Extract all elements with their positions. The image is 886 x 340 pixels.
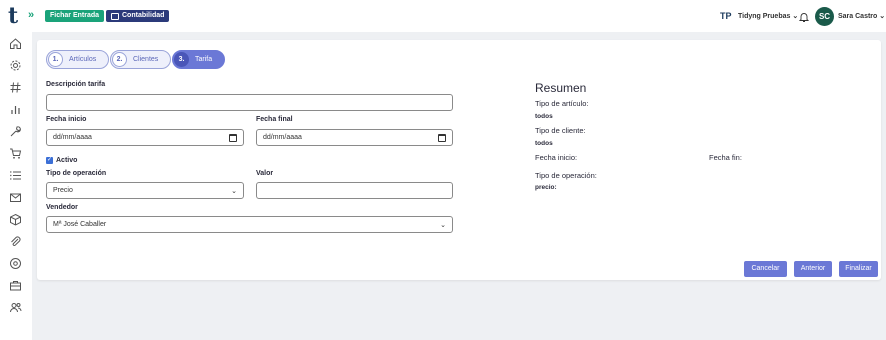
tipo-operacion-label: Tipo de operación [46,170,107,177]
contabilidad-label: Contabilidad [122,12,165,19]
calendar-icon[interactable] [229,133,237,142]
resumen-tipo-articulo-value: todos [535,113,553,120]
box-icon[interactable] [9,213,22,226]
list-icon[interactable] [9,169,22,182]
activo-label: Activo [56,157,78,164]
fecha-inicio-input[interactable]: dd/mm/aaaa [46,129,244,146]
finish-button[interactable]: Finalizar [839,261,878,277]
expand-menu-icon[interactable]: » [28,9,34,21]
chevron-down-icon: ⌄ [440,221,446,229]
tipo-operacion-select[interactable]: Precio ⌄ [46,182,244,199]
tarifa-wizard-card [37,40,881,280]
resumen-tipo-operacion-label: Tipo de operación: [535,171,597,180]
step-label: Clientes [133,56,159,63]
fecha-final-label: Fecha final [256,116,293,123]
hash-icon[interactable] [9,81,22,94]
resumen-fecha-fin-label: Fecha fin: [709,153,742,162]
valor-input[interactable] [256,182,453,199]
paperclip-icon[interactable] [9,235,22,248]
resumen-tipo-articulo-label: Tipo de artículo: [535,99,589,108]
tipo-operacion-value: Precio [53,187,73,194]
company-abbr: TP [720,11,732,21]
step-number: 1. [48,52,63,67]
descripcion-label: Descripción tarifa [46,81,106,88]
chevron-down-icon: ⌄ [231,187,237,195]
users-icon[interactable] [9,301,22,314]
wrench-icon[interactable] [9,125,22,138]
descripcion-input[interactable] [46,94,453,111]
step-articulos[interactable]: 1. Artículos [46,50,109,69]
fecha-inicio-label: Fecha inicio [46,116,87,123]
coin-icon[interactable] [9,257,22,270]
contabilidad-button[interactable]: Contabilidad [106,10,170,22]
home-icon[interactable] [9,37,22,50]
fichar-entrada-button[interactable]: Fichar Entrada [45,10,105,22]
mail-icon[interactable] [9,191,22,204]
top-bar: t » Fichar Entrada Contabilidad TP Tidyn… [0,0,886,32]
cancel-button[interactable]: Cancelar [744,261,787,277]
step-label: Tarifa [195,56,213,63]
briefcase-icon[interactable] [9,279,22,292]
previous-button[interactable]: Anterior [794,261,832,277]
calendar-icon[interactable] [438,133,446,142]
avatar[interactable]: SC [815,7,834,26]
step-tarifa[interactable]: 3. Tarifa [172,50,225,69]
step-label: Artículos [69,56,97,63]
resumen-tipo-operacion-value: precio: [535,184,557,191]
fecha-final-value: dd/mm/aaaa [263,134,302,141]
step-number: 2. [112,52,127,67]
user-menu[interactable]: Sara Castro ⌄ [838,12,885,20]
step-number: 3. [174,52,189,67]
resumen-tipo-cliente-label: Tipo de cliente: [535,126,586,135]
resumen-fecha-inicio-label: Fecha inicio: [535,153,578,162]
resumen-tipo-cliente-value: todos [535,140,553,147]
activo-checkbox[interactable]: ✓ [46,157,53,164]
accounting-icon [111,12,119,20]
bar-chart-icon[interactable] [9,103,22,116]
vendedor-value: Mª José Caballer [53,221,107,228]
sidebar [0,32,32,340]
vendedor-label: Vendedor [46,204,78,211]
fecha-final-input[interactable]: dd/mm/aaaa [256,129,453,146]
bell-icon[interactable] [798,10,810,22]
gear-icon[interactable] [9,59,22,72]
fecha-inicio-value: dd/mm/aaaa [53,134,92,141]
company-selector[interactable]: Tidyng Pruebas ⌄ [738,12,798,20]
vendedor-select[interactable]: Mª José Caballer ⌄ [46,216,453,233]
step-clientes[interactable]: 2. Clientes [110,50,171,69]
app-logo[interactable]: t [8,5,28,27]
valor-label: Valor [256,170,274,177]
cart-icon[interactable] [9,147,22,160]
resumen-title: Resumen [535,81,587,95]
